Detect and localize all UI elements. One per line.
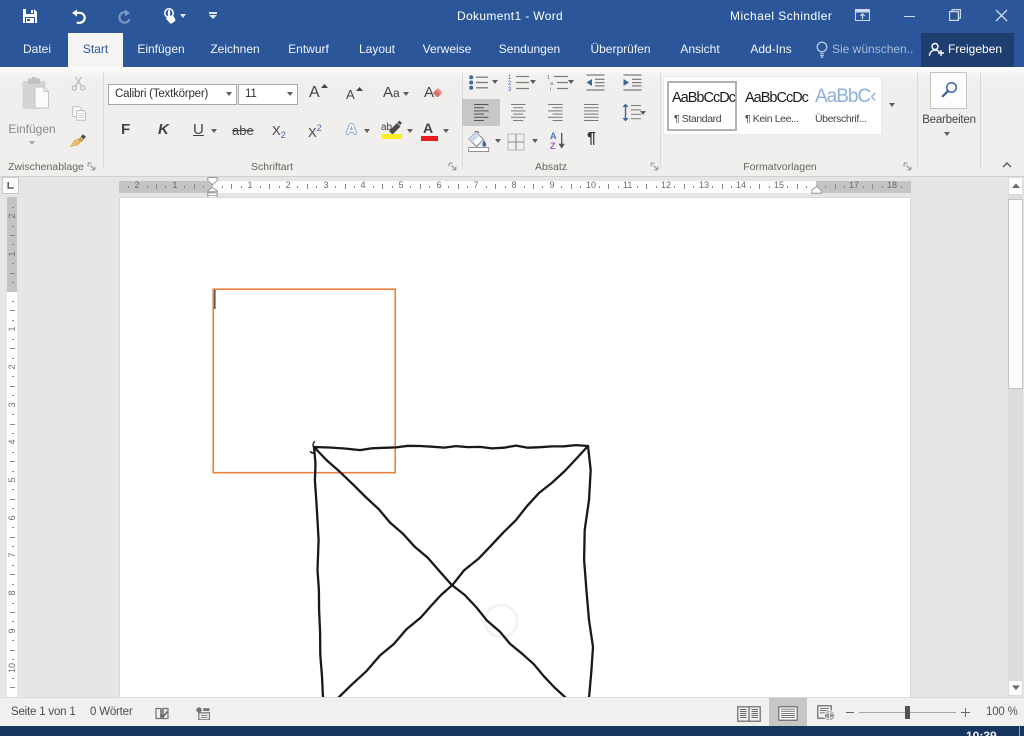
svg-text:i: i	[550, 87, 551, 91]
svg-text:A: A	[550, 131, 557, 141]
svg-text:Z: Z	[550, 141, 556, 151]
svg-text:3: 3	[508, 87, 512, 91]
